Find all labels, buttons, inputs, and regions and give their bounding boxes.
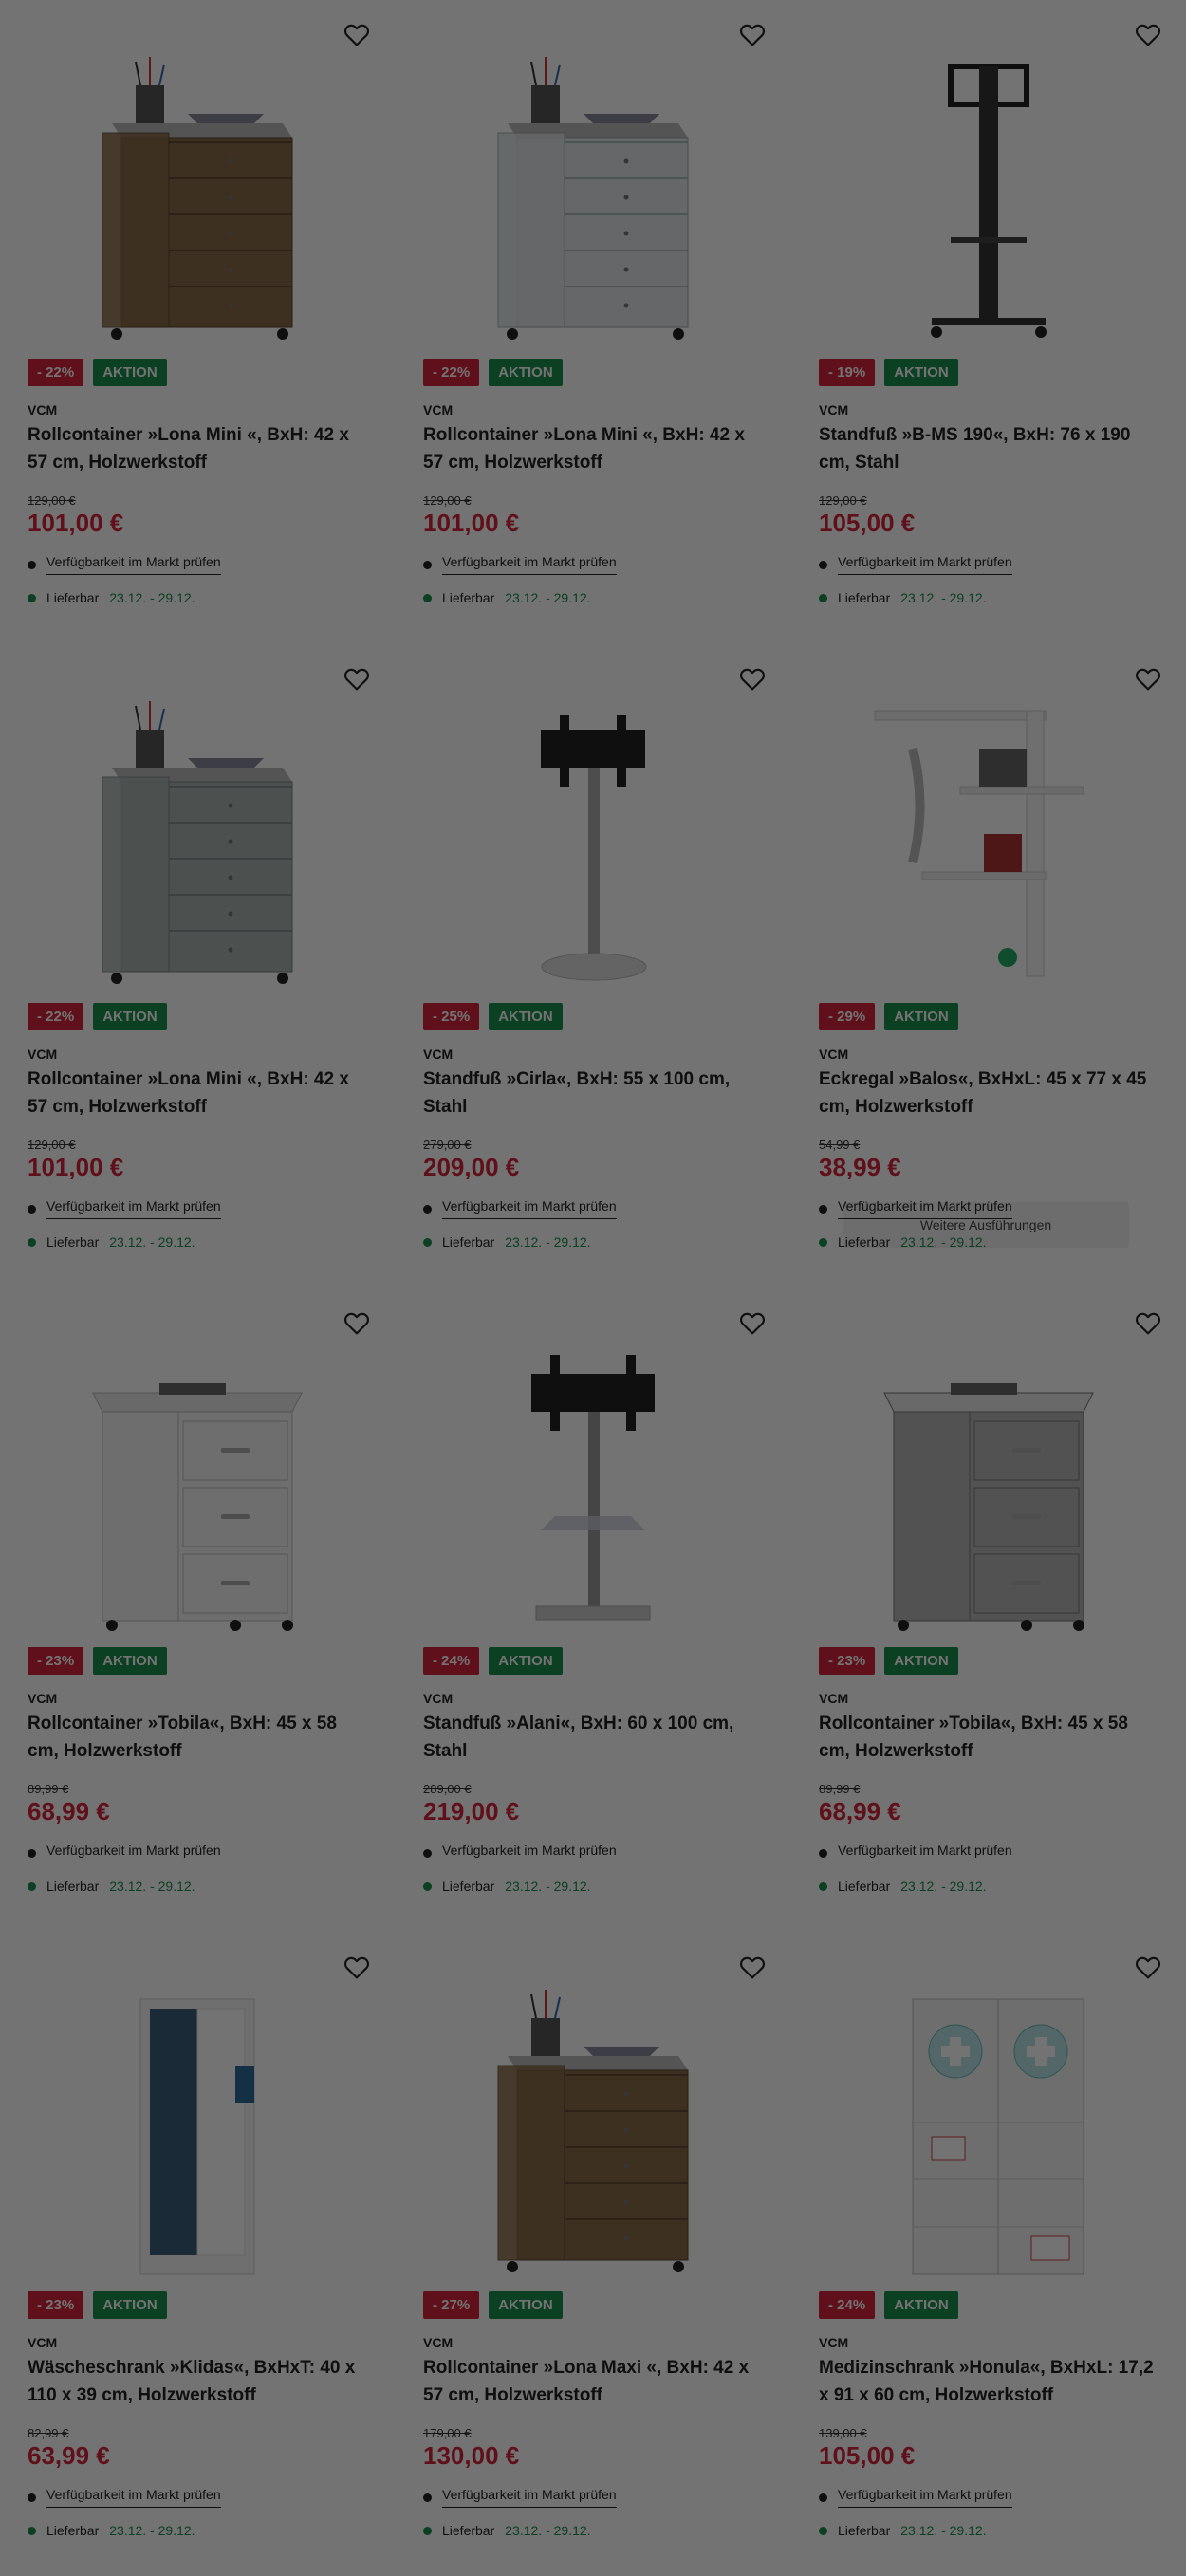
modal-backdrop-overlay[interactable] — [0, 0, 1186, 2576]
